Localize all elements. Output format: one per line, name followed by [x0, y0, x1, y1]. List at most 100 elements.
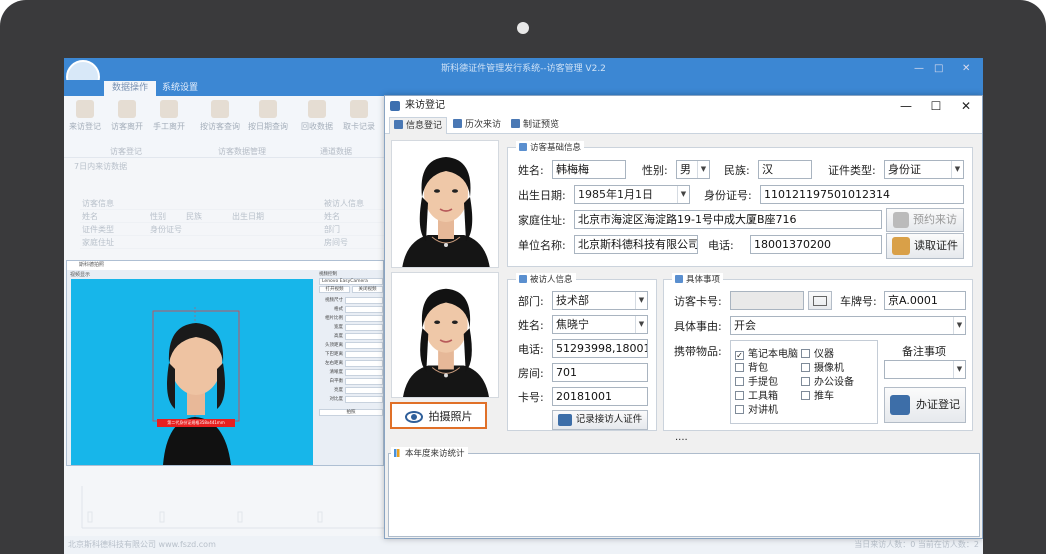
ribbon-visitor-leave[interactable]: 访客离开: [108, 100, 146, 132]
side-setting-field[interactable]: [345, 350, 383, 358]
side-setting-field[interactable]: [345, 359, 383, 367]
company-field[interactable]: 北京斯科德科技有限公司: [574, 235, 698, 254]
address-label: 家庭住址:: [518, 214, 566, 227]
ribbon-visitor-register[interactable]: 来访登记: [66, 100, 104, 132]
tab-card-preview[interactable]: 制证预览: [507, 117, 563, 134]
plate-field[interactable]: 京A.0001: [884, 291, 966, 310]
side-setting-row: 亮度: [319, 386, 383, 394]
address-field[interactable]: 北京市海淀区海淀路19-1号中成大厦B座716: [574, 210, 882, 229]
read-id-card-button[interactable]: 读取证件: [886, 233, 964, 259]
side-setting-row: 格式: [319, 305, 383, 313]
checkbox-box[interactable]: [801, 377, 810, 386]
host-room-field[interactable]: 701: [552, 363, 648, 382]
side-setting-field[interactable]: [345, 296, 383, 304]
checkbox-box[interactable]: [801, 391, 810, 400]
checkbox-box[interactable]: [735, 377, 744, 386]
host-card-field[interactable]: 20181001: [552, 387, 648, 406]
checkbox-item[interactable]: ✓ 笔记本电脑: [735, 345, 798, 360]
id-type-select[interactable]: 身份证 ▼: [884, 160, 964, 179]
matter-select[interactable]: 开会 ▼: [730, 316, 966, 335]
checkbox-item[interactable]: 摄像机: [801, 359, 844, 374]
side-setting-field[interactable]: [345, 341, 383, 349]
visitor-name-field[interactable]: 韩梅梅: [552, 160, 626, 179]
checkbox-box[interactable]: [735, 363, 744, 372]
ribbon-manual-leave[interactable]: 手工离开: [150, 100, 188, 132]
tab-info-register[interactable]: 信息登记: [389, 117, 448, 134]
host-phone-field[interactable]: 51293998,18001370200: [552, 339, 648, 358]
host-dept-select[interactable]: 技术部 ▼: [552, 291, 648, 310]
side-setting-field[interactable]: [345, 368, 383, 376]
take-photo-small-button[interactable]: 拍照: [319, 409, 383, 416]
side-setting-label: 头顶距离: [325, 343, 343, 348]
live-video-preview[interactable]: 第二代身份证规格358x441mm: [71, 279, 313, 465]
main-close-button[interactable]: ✕: [962, 58, 970, 80]
ribbon-card-record[interactable]: 取卡记录: [340, 100, 378, 132]
ribbon-recycle[interactable]: 回收数据: [298, 100, 336, 132]
dialog-close-button[interactable]: ✕: [951, 96, 981, 116]
side-setting-field[interactable]: [345, 386, 383, 394]
person-icon: [519, 143, 527, 151]
side-setting-row: 视频尺寸: [319, 296, 383, 304]
issue-card-button[interactable]: 办证登记: [884, 387, 966, 423]
id-number-field[interactable]: 110121197501012314: [760, 185, 964, 204]
checkbox-item[interactable]: 办公设备: [801, 373, 854, 388]
capture-photo-button[interactable]: 拍摄照片: [390, 402, 487, 429]
checkbox-box[interactable]: [735, 391, 744, 400]
checkbox-item[interactable]: 对讲机: [735, 401, 778, 416]
birth-label: 出生日期:: [518, 189, 566, 202]
chevron-down-icon: ▼: [635, 316, 647, 333]
remark-select[interactable]: ▼: [884, 360, 966, 379]
ethnicity-field[interactable]: 汉: [758, 160, 812, 179]
dialog-maximize-button[interactable]: ☐: [921, 96, 951, 116]
yearly-stats-group: 本年度来访统计: [388, 447, 980, 537]
scan-card-button[interactable]: [808, 291, 832, 310]
checkbox-item[interactable]: 推车: [801, 387, 834, 402]
side-setting-field[interactable]: [345, 332, 383, 340]
birth-date-picker[interactable]: 1985年1月1日 ▼: [574, 185, 690, 204]
checkbox-item[interactable]: 仪器: [801, 345, 834, 360]
main-tab-settings[interactable]: 系统设置: [154, 81, 206, 96]
phone-field[interactable]: 18001370200: [750, 235, 882, 254]
card-reader-icon: [813, 295, 827, 306]
recent-visits-header: 7日内来访数据: [74, 162, 128, 171]
side-setting-field[interactable]: [345, 305, 383, 313]
dialog-titlebar: 来访登记 — ☐ ✕: [385, 96, 982, 116]
record-host-id-button[interactable]: 记录接访人证件: [552, 410, 648, 430]
checkbox-item[interactable]: 工具箱: [735, 387, 778, 402]
host-name-select[interactable]: 焦晓宁 ▼: [552, 315, 648, 334]
side-setting-field[interactable]: [345, 377, 383, 385]
camera-select[interactable]: Lenovo EasyCamera: [319, 278, 383, 285]
side-setting-field[interactable]: [345, 323, 383, 331]
checkbox-box[interactable]: [801, 363, 810, 372]
side-setting-field[interactable]: [345, 395, 383, 403]
dialog-minimize-button[interactable]: —: [891, 96, 921, 116]
checkbox-box[interactable]: [801, 349, 810, 358]
matters-group: 具体事项 访客卡号: 车牌号: 京A.0001 具体事由: 开会 ▼ 携带物品: …: [663, 273, 973, 431]
reserve-visit-button[interactable]: 预约来访: [886, 208, 964, 232]
photo-capture-window: 斯科德拍照 视频显示 第二代身份证规格358x441mm 视频控制 Lenovo…: [66, 260, 384, 466]
main-tab-data[interactable]: 数据操作: [104, 81, 157, 96]
ribbon-query-visitor[interactable]: 按访客查询: [198, 100, 242, 132]
main-minimize-button[interactable]: —: [914, 58, 924, 80]
gender-select[interactable]: 男 ▼: [676, 160, 710, 179]
id-card-icon: [557, 413, 572, 426]
close-video-button[interactable]: 关闭视频: [352, 286, 383, 293]
visitor-card-field[interactable]: [730, 291, 804, 310]
host-info-group: 被访人信息 部门: 技术部 ▼ 姓名: 焦晓宁 ▼ 电话: 51293998,180…: [507, 273, 657, 431]
checkbox-item[interactable]: 背包: [735, 359, 768, 374]
side-setting-row: 高度: [319, 332, 383, 340]
register-card-icon: [890, 395, 910, 415]
checkbox-label: 对讲机: [748, 405, 778, 416]
checkbox-item[interactable]: 手提包: [735, 373, 778, 388]
person-icon: [519, 275, 527, 283]
main-maximize-button[interactable]: □: [934, 58, 943, 80]
side-setting-label: 视频尺寸: [325, 298, 343, 303]
checkbox-box[interactable]: [735, 405, 744, 414]
calendar-icon: [259, 100, 277, 118]
ribbon-query-date[interactable]: 按日期查询: [246, 100, 290, 132]
side-setting-row: 左右距离: [319, 359, 383, 367]
side-setting-field[interactable]: [345, 314, 383, 322]
side-setting-label: 白平衡: [329, 379, 344, 384]
open-video-button[interactable]: 打开视频: [319, 286, 350, 293]
tab-visit-history[interactable]: 历次来访: [449, 117, 505, 134]
